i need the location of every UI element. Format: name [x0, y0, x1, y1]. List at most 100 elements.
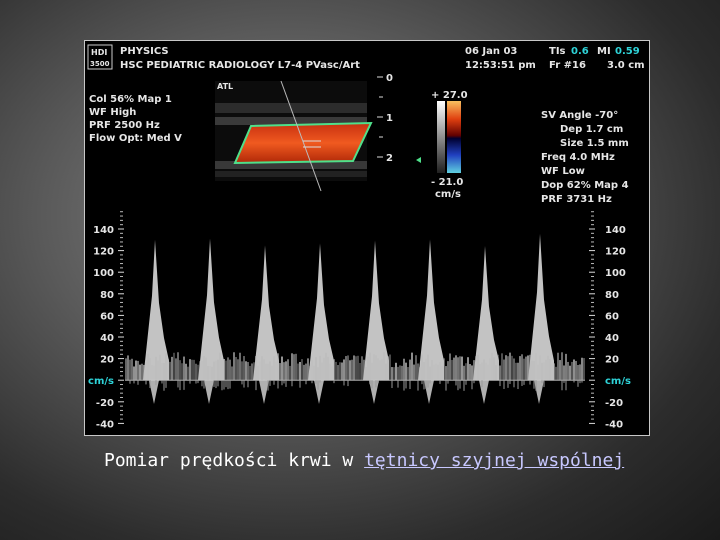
flow-noise	[563, 380, 565, 383]
diastolic-flow	[309, 365, 311, 381]
diastolic-flow	[555, 366, 557, 381]
flow-noise	[347, 380, 349, 387]
diastolic-flow	[239, 352, 241, 381]
flow-noise	[561, 380, 563, 391]
depth-label: 2	[386, 153, 393, 164]
tis-label: TIs	[549, 46, 566, 57]
diastolic-flow	[211, 366, 213, 381]
diastolic-flow	[203, 356, 205, 381]
diastolic-flow	[127, 355, 129, 381]
header-line1: PHYSICS	[120, 46, 169, 57]
diastolic-flow	[219, 352, 221, 381]
diastolic-flow	[511, 355, 513, 381]
diastolic-flow	[279, 363, 281, 381]
flow-noise	[375, 380, 377, 388]
left-velocity-label: cm/s	[88, 376, 114, 387]
diastolic-flow	[161, 363, 163, 381]
diastolic-flow	[445, 366, 447, 381]
flow-noise	[503, 380, 505, 389]
diastolic-flow	[427, 354, 429, 381]
diastolic-flow	[181, 363, 183, 381]
flow-noise	[243, 380, 245, 388]
diastolic-flow	[537, 364, 539, 381]
doppler-spectrum	[125, 233, 585, 404]
diastolic-flow	[257, 365, 259, 381]
flow-noise	[445, 380, 447, 391]
flow-noise	[215, 380, 217, 389]
diastolic-flow	[153, 365, 155, 381]
caption-link[interactable]: tętnicy szyjnej wspólnej	[364, 450, 624, 471]
diastolic-flow	[575, 360, 577, 381]
flow-noise	[165, 380, 167, 388]
diastolic-flow	[285, 361, 287, 381]
depth-readout: 3.0 cm	[607, 60, 645, 71]
focus-marker	[416, 157, 421, 163]
diastolic-flow	[159, 354, 161, 381]
diastolic-flow	[479, 364, 481, 381]
left-velocity-label: 20	[100, 355, 114, 366]
flow-noise	[221, 380, 223, 391]
flow-noise	[311, 380, 313, 384]
diastolic-flow	[137, 360, 139, 381]
velocity-axis-right: 140 120 100 80 60 40 20 cm/s -20 -40	[589, 211, 631, 430]
diastolic-flow	[267, 363, 269, 381]
depth-label: 0	[386, 73, 393, 84]
diastolic-flow	[175, 358, 177, 381]
diastolic-flow	[359, 362, 361, 381]
tis-value: 0.6	[571, 46, 589, 57]
diastolic-flow	[143, 364, 145, 381]
flow-noise	[421, 380, 423, 385]
diastolic-flow	[389, 354, 391, 381]
diastolic-flow	[213, 361, 215, 381]
diastolic-flow	[261, 356, 263, 381]
diastolic-flow	[417, 363, 419, 381]
diastolic-flow	[455, 355, 457, 381]
flow-noise	[161, 380, 163, 384]
diastolic-flow	[151, 365, 153, 381]
color-bar-top: + 27.0	[431, 90, 468, 101]
diastolic-flow	[233, 352, 235, 381]
flow-noise	[283, 380, 285, 384]
diastolic-flow	[251, 363, 253, 381]
diastolic-flow	[453, 357, 455, 381]
diastolic-flow	[247, 362, 249, 381]
flow-noise	[299, 380, 301, 388]
diastolic-flow	[581, 357, 583, 381]
flow-noise	[227, 380, 229, 390]
right-param-line: WF Low	[541, 166, 585, 177]
diastolic-flow	[231, 366, 233, 381]
flow-noise	[447, 380, 449, 384]
flow-noise	[177, 380, 179, 388]
flow-noise	[155, 380, 157, 386]
diastolic-flow	[545, 359, 547, 381]
diastolic-flow	[499, 365, 501, 381]
flow-noise	[405, 380, 407, 389]
diastolic-flow	[415, 355, 417, 381]
diastolic-flow	[275, 361, 277, 381]
diastolic-flow	[519, 356, 521, 381]
diastolic-flow	[547, 355, 549, 381]
flow-noise	[183, 380, 185, 390]
diastolic-flow	[447, 361, 449, 381]
diastolic-flow	[263, 359, 265, 381]
diastolic-flow	[271, 365, 273, 381]
flow-noise	[163, 380, 165, 391]
left-velocity-label: -40	[96, 419, 114, 430]
right-velocity-label: 20	[605, 355, 619, 366]
diastolic-flow	[343, 359, 345, 381]
diastolic-flow	[481, 362, 483, 381]
diastolic-flow	[431, 360, 433, 381]
flow-noise	[273, 380, 275, 385]
bmode-image: ATL	[215, 80, 373, 192]
right-velocity-label: 60	[605, 311, 619, 322]
diastolic-flow	[311, 360, 313, 381]
flow-noise	[427, 380, 429, 388]
diastolic-flow	[321, 362, 323, 381]
flow-noise	[377, 380, 379, 384]
right-param-line: PRF 3731 Hz	[541, 194, 612, 205]
diastolic-flow	[355, 356, 357, 381]
diastolic-flow	[461, 356, 463, 381]
flow-noise	[247, 380, 249, 388]
flow-noise	[277, 380, 279, 389]
diastolic-flow	[325, 352, 327, 381]
